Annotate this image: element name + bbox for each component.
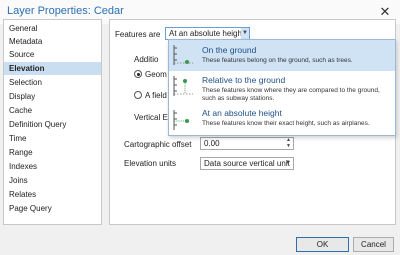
nav-item-cache[interactable]: Cache	[4, 104, 101, 117]
nav-item-page-query[interactable]: Page Query	[4, 202, 101, 215]
window-title: Layer Properties: Cedar	[7, 5, 124, 17]
cartographic-offset-value: 0.00	[204, 139, 220, 148]
features-are-value: At an absolute height	[169, 29, 245, 38]
nav-item-general[interactable]: General	[4, 22, 101, 35]
spin-buttons-icon[interactable]: ▲ ▼	[286, 137, 291, 149]
ok-button[interactable]: OK	[296, 237, 349, 252]
features-are-label: Features are	[115, 30, 161, 39]
chevron-down-icon: ▼	[285, 160, 291, 166]
nav-item-metadata[interactable]: Metadata	[4, 35, 101, 48]
option-title: At an absolute height	[202, 108, 282, 118]
elevation-units-dropdown[interactable]: Data source vertical unit ▼	[200, 157, 294, 170]
geometry-radio[interactable]	[134, 70, 142, 78]
nav-item-definition-query[interactable]: Definition Query	[4, 118, 101, 131]
option-title: Relative to the ground	[202, 75, 286, 85]
nav-item-elevation[interactable]: Elevation	[4, 62, 101, 75]
relative-ground-icon	[173, 76, 193, 96]
nav-item-selection[interactable]: Selection	[4, 76, 101, 89]
nav-item-joins[interactable]: Joins	[4, 174, 101, 187]
dropdown-option-absolute-height[interactable]: At an absolute height These features kno…	[169, 105, 395, 135]
elevation-units-value: Data source vertical unit	[204, 159, 290, 168]
field-radio[interactable]	[134, 91, 142, 99]
dropdown-option-on-the-ground[interactable]: On the ground These features belong on t…	[169, 40, 395, 71]
nav-item-time[interactable]: Time	[4, 132, 101, 145]
cartographic-offset-label: Cartographic offset	[124, 140, 192, 149]
nav-item-relates[interactable]: Relates	[4, 188, 101, 201]
absolute-height-icon	[173, 110, 189, 130]
option-description: These features know their exact height, …	[202, 120, 370, 127]
cartographic-offset-input[interactable]: 0.00 ▲ ▼	[200, 137, 294, 150]
option-title: On the ground	[202, 45, 257, 55]
chevron-down-icon: ▼	[241, 28, 249, 39]
nav-item-indexes[interactable]: Indexes	[4, 160, 101, 173]
nav-item-source[interactable]: Source	[4, 48, 101, 61]
nav-item-display[interactable]: Display	[4, 90, 101, 103]
nav-item-range[interactable]: Range	[4, 146, 101, 159]
option-description: These features belong on the ground, suc…	[202, 57, 353, 64]
property-pages-list: General Metadata Source Elevation Select…	[3, 19, 102, 225]
geometry-radio-label: Geom	[145, 70, 167, 79]
dropdown-option-relative-to-ground[interactable]: Relative to the ground These features kn…	[169, 71, 395, 105]
vertical-exaggeration-label: Vertical E	[134, 113, 168, 122]
field-radio-label: A field	[145, 91, 167, 100]
cancel-button[interactable]: Cancel	[353, 237, 394, 252]
features-are-dropdown-list: On the ground These features belong on t…	[168, 39, 396, 136]
option-description: These features know where they are compa…	[202, 87, 380, 102]
additional-label: Additio	[134, 55, 159, 64]
on-ground-icon	[173, 45, 193, 65]
elevation-units-label: Elevation units	[124, 159, 177, 168]
